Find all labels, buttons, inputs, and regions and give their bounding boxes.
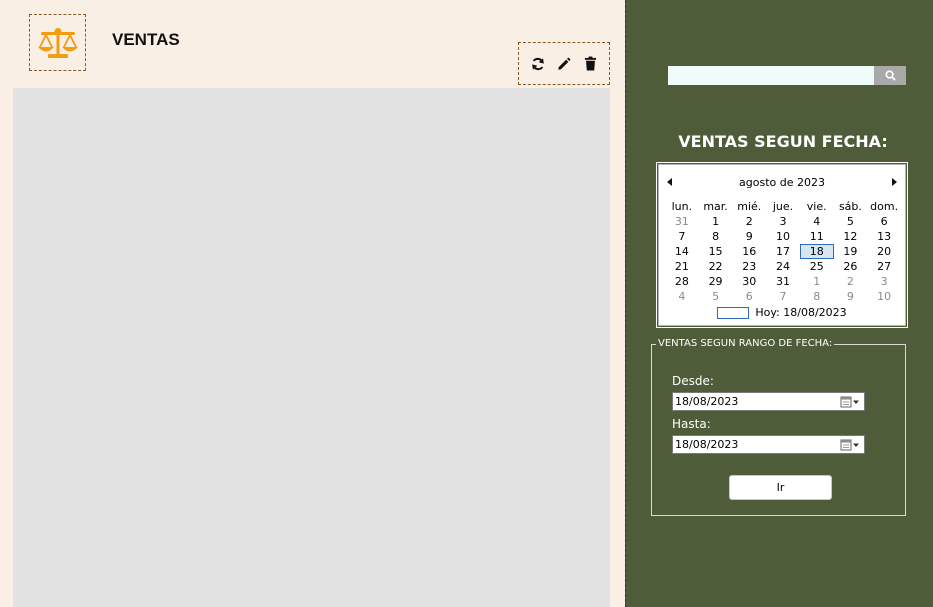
to-date-picker[interactable]: 18/08/2023 [672, 435, 865, 454]
calendar-day-adjacent[interactable]: 2 [834, 274, 868, 289]
logo [29, 14, 86, 71]
calendar-day[interactable]: 7 [665, 229, 699, 244]
today-label: Hoy: 18/08/2023 [755, 306, 847, 319]
edit-button[interactable] [554, 54, 574, 74]
calendar-day[interactable]: 2 [732, 214, 766, 229]
calendar-day[interactable]: 4 [800, 214, 834, 229]
date-section-title: VENTAS SEGUN FECHA: [678, 132, 888, 151]
calendar-day[interactable]: 11 [800, 229, 834, 244]
calendar-day[interactable]: 12 [834, 229, 868, 244]
calendar-day-adjacent[interactable]: 10 [867, 289, 901, 304]
calendar-weekday: lun. [671, 200, 693, 213]
calendar-day-adjacent[interactable]: 1 [800, 274, 834, 289]
calendar-day-adjacent[interactable]: 5 [699, 289, 733, 304]
calendar-day[interactable]: 10 [766, 229, 800, 244]
date-range-legend: VENTAS SEGUN RANGO DE FECHA: [656, 338, 835, 349]
calendar-day[interactable]: 19 [834, 244, 868, 259]
to-date-value: 18/08/2023 [675, 438, 739, 451]
calendar-day-adjacent[interactable]: 7 [766, 289, 800, 304]
from-date-value: 18/08/2023 [675, 395, 739, 408]
page-title: VENTAS [112, 30, 180, 49]
calendar-day[interactable]: 30 [732, 274, 766, 289]
calendar-day[interactable]: 16 [732, 244, 766, 259]
search-icon [884, 70, 896, 81]
calendar-day[interactable]: 6 [867, 214, 901, 229]
pencil-icon [558, 56, 571, 70]
month-calendar[interactable]: agosto de 2023 lun. mar. mié. jue. vie. sáb. d… [656, 162, 908, 328]
calendar-day[interactable]: 15 [699, 244, 733, 259]
trash-icon [584, 56, 596, 71]
calendar-day[interactable]: 5 [834, 214, 868, 229]
calendar-day[interactable]: 27 [867, 259, 901, 274]
calendar-grid: lun. mar. mié. jue. vie. sáb. dom. 31 1 2 3 4 5 6 7 8 9 1… [665, 199, 901, 304]
calendar-weekday: sáb. [838, 200, 862, 213]
calendar-day-adjacent[interactable]: 3 [867, 274, 901, 289]
calendar-day[interactable]: 28 [665, 274, 699, 289]
calendar-day[interactable]: 22 [699, 259, 733, 274]
from-date-picker[interactable]: 18/08/2023 [672, 392, 865, 411]
calendar-weekday: dom. [870, 200, 899, 213]
calendar-day-adjacent[interactable]: 31 [665, 214, 699, 229]
today-marker [717, 306, 750, 319]
refresh-button[interactable] [528, 54, 548, 74]
calendar-day[interactable]: 20 [867, 244, 901, 259]
next-month-arrow-icon[interactable] [892, 178, 897, 186]
calendar-day[interactable]: 14 [665, 244, 699, 259]
calendar-weekday: mié. [737, 200, 762, 213]
sales-data-grid[interactable] [13, 88, 610, 607]
delete-button[interactable] [580, 54, 600, 74]
calendar-day[interactable]: 29 [699, 274, 733, 289]
calendar-day[interactable]: 21 [665, 259, 699, 274]
toolbar [518, 42, 610, 85]
date-range-group: VENTAS SEGUN RANGO DE FECHA: Desde: 18/0… [651, 338, 906, 516]
calendar-day-adjacent[interactable]: 8 [800, 289, 834, 304]
main-panel: VENTAS [0, 0, 625, 607]
calendar-day[interactable]: 25 [800, 259, 834, 274]
calendar-day[interactable]: 17 [766, 244, 800, 259]
calendar-day[interactable]: 23 [732, 259, 766, 274]
calendar-weekday: vie. [806, 200, 827, 213]
go-button[interactable]: Ir [729, 475, 832, 500]
calendar-day[interactable]: 24 [766, 259, 800, 274]
from-label: Desde: [672, 374, 714, 388]
calendar-dropdown-icon[interactable] [838, 393, 864, 410]
scale-icon [37, 27, 78, 58]
calendar-day[interactable]: 3 [766, 214, 800, 229]
refresh-icon [532, 57, 544, 70]
filter-sidebar: VENTAS SEGUN FECHA: agosto de 2023 lun. m… [625, 0, 933, 607]
calendar-day-adjacent[interactable]: 4 [665, 289, 699, 304]
calendar-day[interactable]: 8 [699, 229, 733, 244]
calendar-month-label[interactable]: agosto de 2023 [659, 176, 905, 192]
search-input[interactable] [668, 66, 874, 85]
search-button[interactable] [874, 66, 906, 85]
calendar-day-adjacent[interactable]: 9 [834, 289, 868, 304]
calendar-day[interactable]: 31 [766, 274, 800, 289]
calendar-weekday: mar. [703, 200, 728, 213]
calendar-weekday: jue. [772, 200, 794, 213]
calendar-day[interactable]: 1 [699, 214, 733, 229]
calendar-day[interactable]: 13 [867, 229, 901, 244]
calendar-day-adjacent[interactable]: 6 [732, 289, 766, 304]
calendar-day[interactable]: 26 [834, 259, 868, 274]
calendar-day[interactable]: 9 [732, 229, 766, 244]
search-bar [668, 66, 906, 85]
to-label: Hasta: [672, 417, 711, 431]
calendar-today-link[interactable]: Hoy: 18/08/2023 [659, 306, 905, 319]
calendar-day-selected[interactable]: 18 [799, 244, 834, 259]
calendar-dropdown-icon[interactable] [838, 436, 864, 453]
